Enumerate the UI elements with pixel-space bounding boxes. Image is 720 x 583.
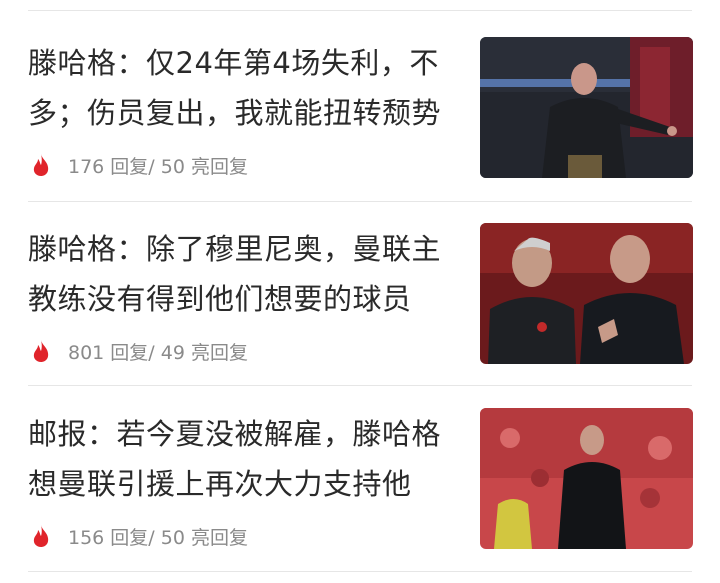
flame-icon xyxy=(33,340,49,362)
news-title[interactable]: 邮报：若今夏没被解雇，滕哈格想曼联引援上再次大力支持他 xyxy=(28,409,468,509)
flame-icon xyxy=(33,154,49,176)
flame-icon xyxy=(33,525,49,547)
news-item-3[interactable]: 邮报：若今夏没被解雇，滕哈格想曼联引援上再次大力支持他 156 回复/ 50 亮… xyxy=(0,383,720,573)
news-item-1[interactable]: 滕哈格：仅24年第4场失利，不多；伤员复出，我就能扭转颓势 176 回复/ 50… xyxy=(0,12,720,202)
news-title[interactable]: 滕哈格：仅24年第4场失利，不多；伤员复出，我就能扭转颓势 xyxy=(28,38,468,138)
reply-stats: 801 回复/ 49 亮回复 xyxy=(68,341,248,364)
news-item-2[interactable]: 滕哈格：除了穆里尼奥，曼联主教练没有得到他们想要的球员 801 回复/ 49 亮… xyxy=(0,198,720,388)
news-thumbnail[interactable] xyxy=(480,408,693,549)
reply-stats: 176 回复/ 50 亮回复 xyxy=(68,155,248,178)
news-thumbnail[interactable] xyxy=(480,223,693,364)
news-meta: 156 回复/ 50 亮回复 xyxy=(32,521,248,551)
news-thumbnail[interactable] xyxy=(480,37,693,178)
news-title[interactable]: 滕哈格：除了穆里尼奥，曼联主教练没有得到他们想要的球员 xyxy=(28,224,468,324)
bottom-divider xyxy=(28,571,692,572)
news-meta: 801 回复/ 49 亮回复 xyxy=(32,336,248,366)
news-meta: 176 回复/ 50 亮回复 xyxy=(32,150,248,180)
top-divider xyxy=(28,10,692,11)
reply-stats: 156 回复/ 50 亮回复 xyxy=(68,526,248,549)
